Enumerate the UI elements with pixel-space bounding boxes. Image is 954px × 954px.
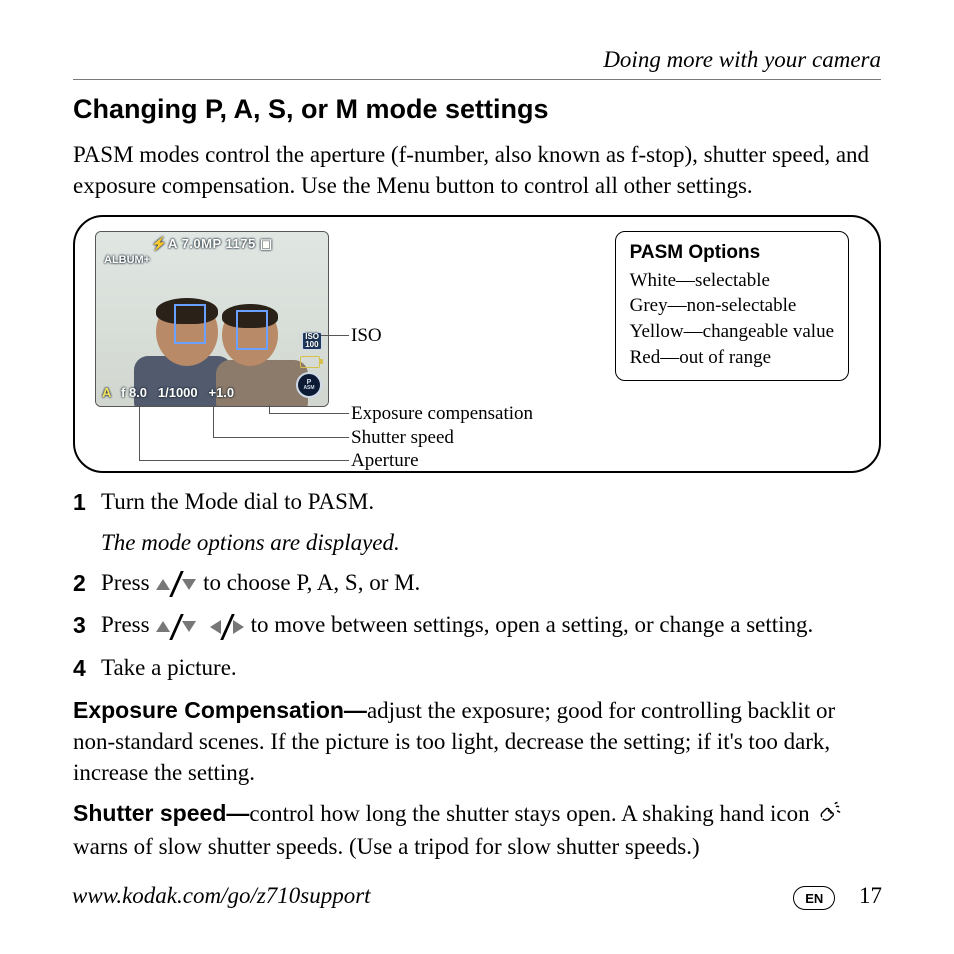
leader-line bbox=[213, 437, 349, 438]
lcd-ev: +1.0 bbox=[208, 385, 234, 400]
slash-icon bbox=[222, 616, 232, 638]
slash-icon bbox=[171, 616, 181, 638]
down-arrow-icon bbox=[182, 579, 196, 590]
step-2-pre: Press bbox=[101, 570, 155, 595]
ss-body-a: control how long the shutter stays open.… bbox=[249, 801, 815, 826]
lcd-album-label: ALBUM+ bbox=[104, 254, 150, 266]
pasm-options-title: PASM Options bbox=[630, 240, 834, 266]
running-head: Doing more with your camera bbox=[73, 47, 881, 73]
callout-shutter-speed: Shutter speed bbox=[351, 427, 454, 449]
pasm-yellow: Yellow—changeable value bbox=[630, 319, 834, 345]
up-arrow-icon bbox=[156, 579, 170, 590]
camera-lcd: ⚡A 7.0MP 1175 ▣ ALBUM+ ISO100 PASM A f 8… bbox=[95, 231, 329, 407]
figure-box: ⚡A 7.0MP 1175 ▣ ALBUM+ ISO100 PASM A f 8… bbox=[73, 215, 881, 473]
step-4-text: Take a picture. bbox=[101, 651, 881, 686]
lcd-top-line: ⚡A 7.0MP 1175 ▣ bbox=[96, 236, 328, 252]
shaking-hand-icon bbox=[815, 800, 843, 831]
leader-line bbox=[139, 460, 349, 461]
step-4: 4Take a picture. bbox=[73, 651, 881, 686]
ec-term: Exposure Compensation— bbox=[73, 697, 367, 723]
section-title: Changing P, A, S, or M mode settings bbox=[73, 94, 881, 125]
step-3-text: Press to move between settings, open a s… bbox=[101, 608, 881, 643]
definition-shutter-speed: Shutter speed—control how long the shutt… bbox=[73, 798, 881, 862]
step-1: 1Turn the Mode dial to PASM. bbox=[73, 485, 881, 520]
leader-line bbox=[269, 413, 349, 414]
battery-icon bbox=[300, 356, 320, 368]
callout-aperture: Aperture bbox=[351, 450, 419, 472]
leader-line bbox=[321, 335, 349, 336]
step-2-text: Press to choose P, A, S, or M. bbox=[101, 566, 881, 601]
step-3-post: to move between settings, open a setting… bbox=[251, 612, 814, 637]
ss-term: Shutter speed— bbox=[73, 800, 249, 826]
definition-exposure-compensation: Exposure Compensation—adjust the exposur… bbox=[73, 695, 881, 788]
asm-bottom: ASM bbox=[303, 386, 314, 391]
page-number: 17 bbox=[859, 883, 882, 908]
up-arrow-icon bbox=[156, 621, 170, 632]
intro-paragraph: PASM modes control the aperture (f-numbe… bbox=[73, 139, 881, 201]
callout-iso: ISO bbox=[351, 325, 382, 347]
language-badge: EN bbox=[793, 886, 835, 910]
steps-list-cont: 2 Press to choose P, A, S, or M. 3 Press… bbox=[73, 566, 881, 686]
header-rule bbox=[73, 79, 881, 80]
step-1-text: Turn the Mode dial to PASM. bbox=[101, 485, 881, 520]
lcd-shutter: 1/1000 bbox=[158, 385, 198, 400]
ss-body-b: warns of slow shutter speeds. (Use a tri… bbox=[73, 834, 700, 859]
step-2-post: to choose P, A, S, or M. bbox=[203, 570, 420, 595]
lcd-mode-letter: A bbox=[102, 385, 111, 400]
step-3-pre: Press bbox=[101, 612, 155, 637]
callout-exposure-compensation: Exposure compensation bbox=[351, 403, 533, 425]
leader-line bbox=[139, 405, 140, 460]
pasm-white: White—selectable bbox=[630, 268, 834, 294]
asm-dial-icon: PASM bbox=[296, 372, 322, 398]
step-1-sub: The mode options are displayed. bbox=[101, 530, 881, 556]
down-arrow-icon bbox=[182, 621, 196, 632]
step-3: 3 Press to move between settings, open a… bbox=[73, 608, 881, 643]
page-footer: www.kodak.com/go/z710support EN 17 bbox=[72, 883, 882, 911]
leader-line bbox=[269, 405, 270, 413]
step-2: 2 Press to choose P, A, S, or M. bbox=[73, 566, 881, 601]
right-arrow-icon bbox=[233, 620, 244, 634]
lcd-iso-value: 100 bbox=[305, 341, 319, 349]
slash-icon bbox=[171, 573, 181, 595]
lcd-bottom-line: A f 8.0 1/1000 +1.0 bbox=[102, 385, 234, 400]
pasm-grey: Grey—non-selectable bbox=[630, 293, 834, 319]
lcd-aperture: f 8.0 bbox=[121, 385, 147, 400]
pasm-red: Red—out of range bbox=[630, 345, 834, 371]
footer-url: www.kodak.com/go/z710support bbox=[72, 883, 371, 909]
steps-list: 1Turn the Mode dial to PASM. bbox=[73, 485, 881, 520]
pasm-options-box: PASM Options White—selectable Grey—non-s… bbox=[615, 231, 849, 381]
lcd-iso-badge: ISO100 bbox=[302, 332, 322, 350]
left-arrow-icon bbox=[210, 620, 221, 634]
leader-line bbox=[213, 405, 214, 437]
